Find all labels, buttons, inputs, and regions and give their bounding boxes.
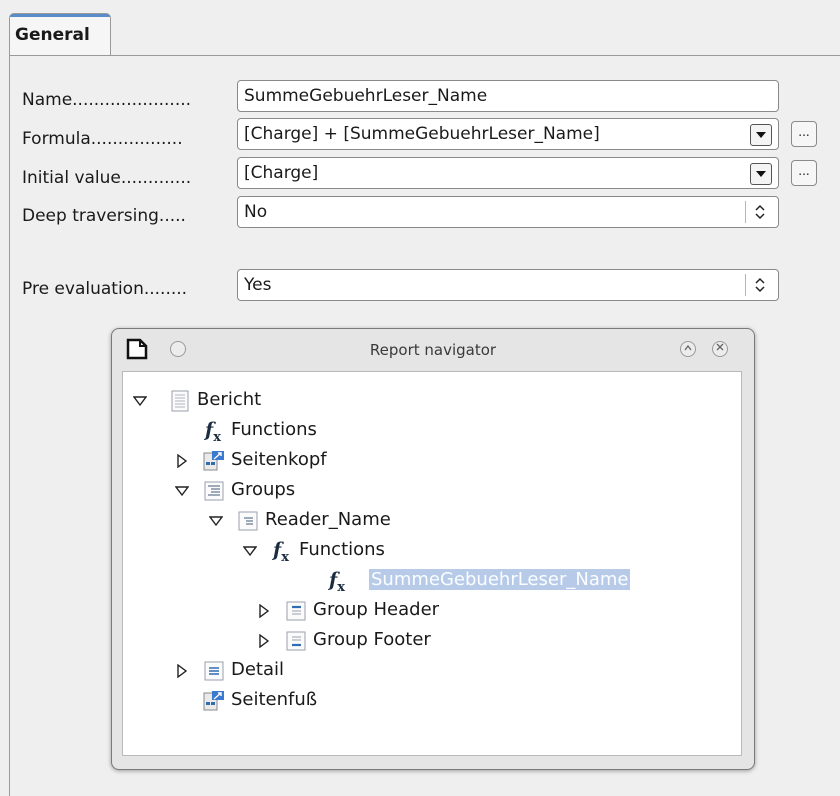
tree-label-group-footer: Group Footer [313,629,431,650]
group-header-icon [286,601,306,621]
expanded-arrow-icon[interactable] [133,394,147,408]
formula-combobox[interactable]: [Charge] + [SummeGebuehrLeser_Name] [237,118,779,150]
chevron-down-icon [756,170,766,177]
initial-dropdown-button[interactable] [750,163,772,185]
expanded-arrow-icon[interactable] [243,544,257,558]
report-icon [171,390,189,412]
tree-label-summe-selected: SummeGebuehrLeser_Name [369,569,631,590]
expanded-arrow-icon[interactable] [175,484,189,498]
collapsed-arrow-icon[interactable] [175,454,189,468]
pre-label: Pre evaluation........ [22,279,188,299]
initial-more-button[interactable]: ... [791,160,817,186]
report-navigator-window: Report navigator Bericht fx Functions Se… [111,328,755,770]
close-button[interactable] [712,341,728,357]
tree-label-group-functions: Functions [299,539,385,560]
deep-traversing-select[interactable]: No [237,196,779,228]
tree-label-groups: Groups [231,479,296,500]
deep-value: No [244,202,268,222]
pre-evaluation-select[interactable]: Yes [237,269,779,301]
navigator-tree[interactable]: Bericht fx Functions Seitenkopf Groups R… [122,371,742,756]
name-input[interactable]: SummeGebuehrLeser_Name [237,80,779,112]
tree-label-seitenfuss: Seitenfuß [231,689,318,710]
group-icon [238,511,258,531]
navigator-titlebar[interactable]: Report navigator [112,329,754,369]
tree-label-group-header: Group Header [313,599,440,620]
name-label: Name...................... [22,90,192,110]
formula-label: Formula................. [22,129,183,149]
initial-value-combobox[interactable]: [Charge] [237,157,779,189]
formula-dropdown-button[interactable] [750,124,772,146]
navigator-title: Report navigator [369,341,497,359]
formula-value: [Charge] + [SummeGebuehrLeser_Name] [244,124,600,144]
tree-label-bericht: Bericht [197,389,262,410]
page-footer-icon [203,691,224,711]
page-header-icon [203,451,224,471]
deep-label: Deep traversing..... [22,206,186,226]
function-icon: fx [329,569,345,595]
tree-label-detail: Detail [231,659,285,680]
pre-value: Yes [244,275,272,295]
close-icon [716,343,724,351]
tree-label-functions: Functions [231,419,317,440]
collapsed-arrow-icon[interactable] [257,604,271,618]
updown-icon [755,277,765,293]
tab-strip: General [0,0,840,56]
tab-general-label: General [15,25,90,45]
pre-spin[interactable] [745,274,772,296]
tab-general[interactable]: General [9,13,111,56]
chevron-down-icon [756,131,766,138]
group-footer-icon [286,631,306,651]
function-icon: fx [205,419,221,445]
deep-spin[interactable] [745,201,772,223]
initial-label: Initial value............. [22,168,192,188]
collapsed-arrow-icon[interactable] [257,634,271,648]
chevron-up-icon [684,344,692,351]
detail-icon [204,661,224,681]
formula-more-button[interactable]: ... [791,121,817,147]
function-icon: fx [273,539,289,565]
initial-value: [Charge] [244,163,319,183]
updown-icon [755,204,765,220]
groups-icon [204,481,224,501]
collapse-button[interactable] [680,341,696,357]
tree-label-reader-name: Reader_Name [265,509,391,530]
collapsed-arrow-icon[interactable] [175,664,189,678]
expanded-arrow-icon[interactable] [209,514,223,528]
tree-label-seitenkopf: Seitenkopf [231,449,327,470]
